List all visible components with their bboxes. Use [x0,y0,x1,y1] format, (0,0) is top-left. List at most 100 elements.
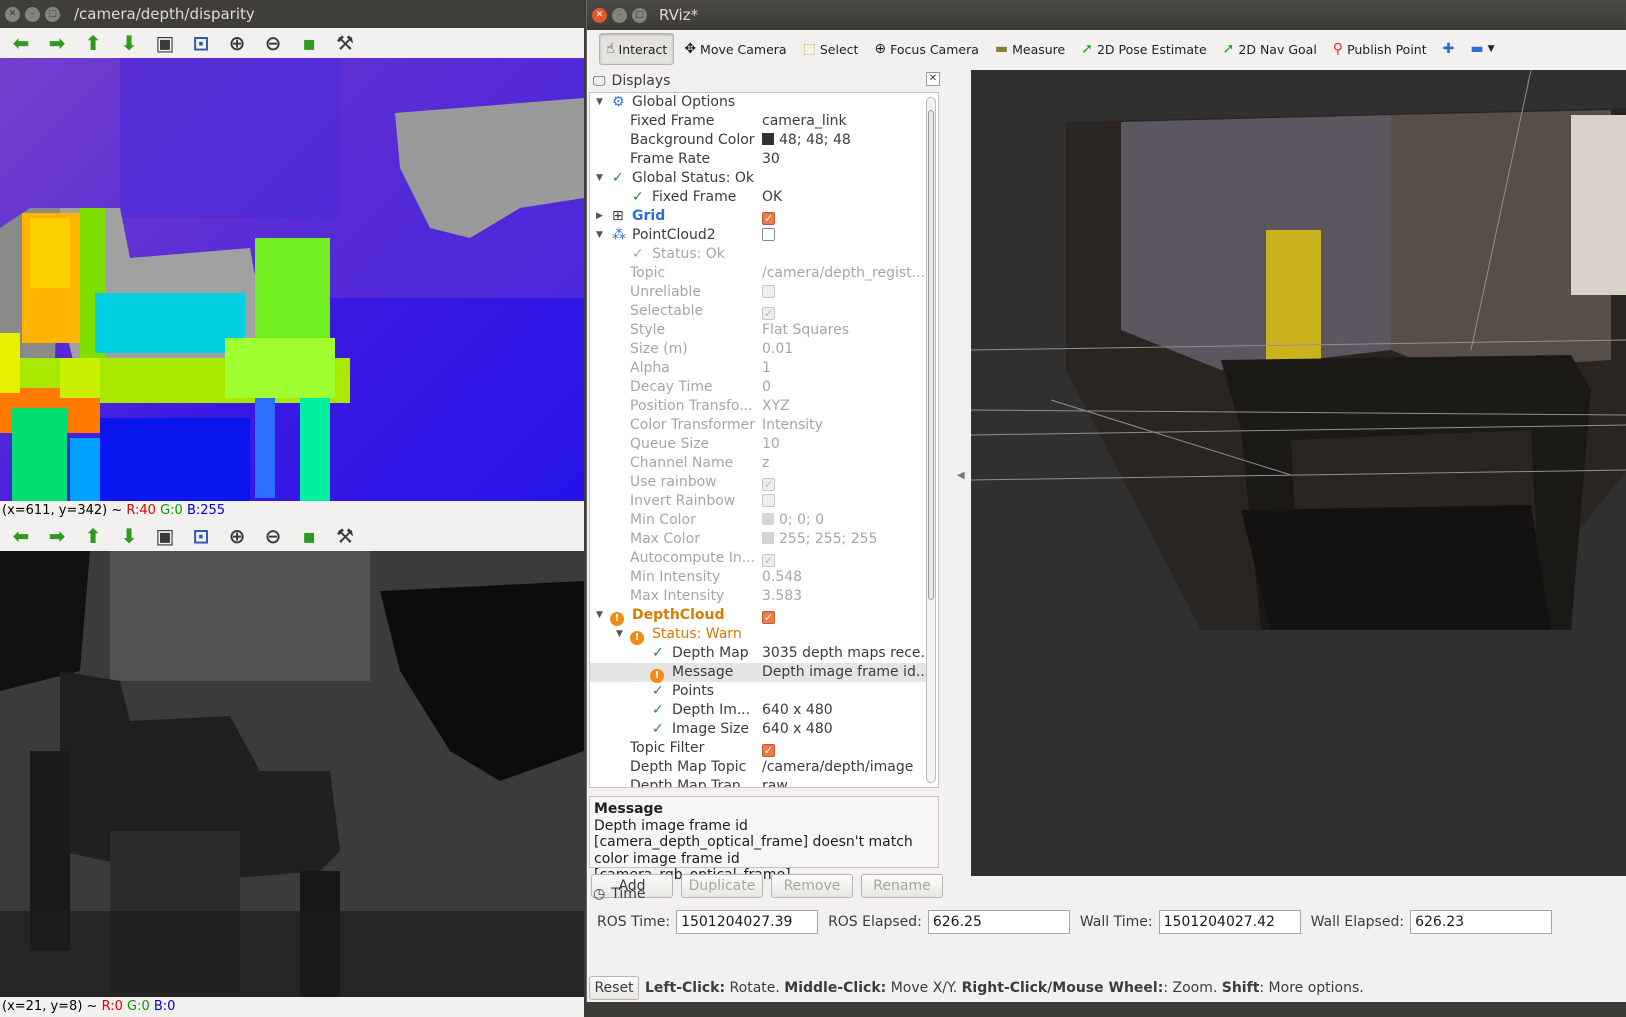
tree-value[interactable]: ✓ [762,473,932,492]
zoom-in-icon[interactable]: ⊕ [224,524,250,548]
checkbox-unchecked[interactable] [762,228,775,241]
arrow-down-icon[interactable]: ⬇ [116,524,142,548]
tree-value[interactable]: 48; 48; 48 [762,131,932,150]
chevron-down-icon[interactable]: ▼ [616,625,623,644]
depth-image[interactable] [0,551,584,997]
arrow-up-icon[interactable]: ⬆ [80,524,106,548]
close-icon[interactable]: ✕ [592,7,607,23]
tree-value[interactable]: ✓ [762,302,932,321]
tree-row-background-color[interactable]: Background Color 48; 48; 48 [590,131,926,150]
zoom-out-icon[interactable]: ⊖ [260,524,286,548]
close-icon[interactable]: ✕ [5,6,20,22]
save-icon[interactable]: ▪ [296,31,322,55]
brush-icon[interactable]: ⚒ [332,31,358,55]
tree-row-message[interactable]: ! Message Depth image frame id... [590,663,929,683]
arrow-left-icon[interactable]: ⬅ [8,31,34,55]
tree-row-topic[interactable]: Topic/camera/depth_regist... [590,264,926,283]
tree-value[interactable]: z [762,454,932,473]
tree-value[interactable]: ✓ [762,606,932,625]
tool-measure[interactable]: ▬ Measure [989,33,1071,65]
checkbox-checked[interactable]: ✓ [762,744,775,757]
remove-tool-button[interactable]: ▬ ▼ [1464,33,1500,65]
tree-value[interactable] [762,492,932,511]
tree-row-unreliable[interactable]: Unreliable [590,283,926,302]
zoom-in-icon[interactable]: ⊕ [224,31,250,55]
arrow-up-icon[interactable]: ⬆ [80,31,106,55]
checkbox-checked[interactable]: ✓ [762,478,775,491]
tree-row-selectable[interactable]: Selectable ✓ [590,302,926,321]
tree-row-fixed-frame-status[interactable]: ✓ Fixed Frame OK [590,188,926,207]
tree-row-min-intensity[interactable]: Min Intensity 0.548 [590,568,926,587]
tree-row-invert-rainbow[interactable]: Invert Rainbow [590,492,926,511]
tree-row-fixed-frame[interactable]: Fixed Frame camera_link [590,112,926,131]
tree-value[interactable]: 30 [762,150,932,169]
tree-value[interactable]: 0 [762,378,932,397]
tree-value[interactable] [762,283,932,302]
tool-move-camera[interactable]: ✥ Move Camera [678,33,792,65]
tree-value[interactable]: Intensity [762,416,932,435]
tree-value[interactable]: XYZ [762,397,932,416]
render-3d-view[interactable] [971,70,1626,876]
arrow-right-icon[interactable]: ➡ [44,524,70,548]
tool-publish-point[interactable]: ⚲ Publish Point [1327,33,1433,65]
maximize-icon[interactable]: □ [632,7,647,23]
tree-value[interactable]: /camera/depth/image [762,758,932,777]
wall-elapsed-field[interactable]: 626.23 [1410,910,1553,934]
tree-value[interactable]: ✓ [762,739,932,758]
tree-row-position-transformer[interactable]: Position Transfo... XYZ [590,397,926,416]
checkbox-checked[interactable]: ✓ [762,212,775,225]
add-tool-button[interactable]: ✚ [1437,33,1461,65]
tree-row-pointcloud2[interactable]: ▼ ⁂ PointCloud2 [590,226,926,245]
tree-value[interactable]: 0; 0; 0 [762,511,932,530]
tree-row-depth-map-topic[interactable]: Depth Map Topic/camera/depth/image [590,758,926,777]
tree-row-points[interactable]: ✓ Points [590,682,926,701]
tree-row-global-options[interactable]: ▼ ⚙ Global Options [590,93,926,112]
tree-row-depthcloud[interactable]: ▼! DepthCloud ✓ [590,606,926,626]
tree-value[interactable]: 0.01 [762,340,932,359]
tree-value[interactable]: 1 [762,359,932,378]
tool-focus-camera[interactable]: ⊕ Focus Camera [868,33,984,65]
tree-row-status-warn[interactable]: ▼! Status: Warn [590,625,926,645]
tree-row-min-color[interactable]: Min Color 0; 0; 0 [590,511,926,530]
tool-2d-nav-goal[interactable]: ➚ 2D Nav Goal [1217,33,1323,65]
checkbox-unchecked[interactable] [762,285,775,298]
tree-row-alpha[interactable]: Alpha 1 [590,359,926,378]
tree-row-global-status[interactable]: ▼ ✓ Global Status: Ok [590,169,926,188]
tree-row-max-intensity[interactable]: Max Intensity 3.583 [590,587,926,606]
zoom-out-icon[interactable]: ⊖ [260,31,286,55]
brush-icon[interactable]: ⚒ [332,524,358,548]
tool-select[interactable]: ⬚ Select [797,33,865,65]
tree-row-frame-rate[interactable]: Frame Rate 30 [590,150,926,169]
tree-row-size[interactable]: Size (m) 0.01 [590,340,926,359]
ros-time-field[interactable]: 1501204027.39 [676,910,819,934]
zoom-fit-icon[interactable]: ⊡ [188,31,214,55]
tree-value[interactable]: raw [762,777,932,787]
checkbox-checked[interactable]: ✓ [762,554,775,567]
chevron-down-icon[interactable]: ▼ [596,93,603,112]
tree-value[interactable] [762,226,932,245]
tree-value[interactable]: 3.583 [762,587,932,606]
tree-value[interactable]: 0.548 [762,568,932,587]
tree-value[interactable]: ✓ [762,207,932,226]
image-icon[interactable]: ▣ [152,524,178,548]
tree-row-decay-time[interactable]: Decay Time 0 [590,378,926,397]
arrow-right-icon[interactable]: ➡ [44,31,70,55]
minimize-icon[interactable]: – [612,7,627,23]
image-icon[interactable]: ▣ [152,31,178,55]
tree-value[interactable]: ✓ [762,549,932,568]
tree-row-depth-image[interactable]: ✓ Depth Im... 640 x 480 [590,701,926,720]
tree-row-channel-name[interactable]: Channel Name z [590,454,926,473]
arrow-down-icon[interactable]: ⬇ [116,31,142,55]
tree-row-max-color[interactable]: Max Color 255; 255; 255 [590,530,926,549]
tree-row-depth-map[interactable]: ✓ Depth Map 3035 depth maps rece... [590,644,932,663]
checkbox-checked[interactable]: ✓ [762,611,775,624]
tree-value[interactable]: 255; 255; 255 [762,530,932,549]
chevron-down-icon[interactable]: ▼ [596,606,603,625]
displays-tree[interactable]: ▼ ⚙ Global Options Fixed Frame camera_link … [589,92,939,788]
maximize-icon[interactable]: □ [45,6,60,22]
zoom-fit-icon[interactable]: ⊡ [188,524,214,548]
scrollbar-thumb[interactable] [928,110,934,600]
tool-2d-pose-estimate[interactable]: ➚ 2D Pose Estimate [1075,33,1212,65]
tree-row-color-transformer[interactable]: Color Transformer Intensity [590,416,926,435]
tree-value[interactable]: camera_link [762,112,932,131]
